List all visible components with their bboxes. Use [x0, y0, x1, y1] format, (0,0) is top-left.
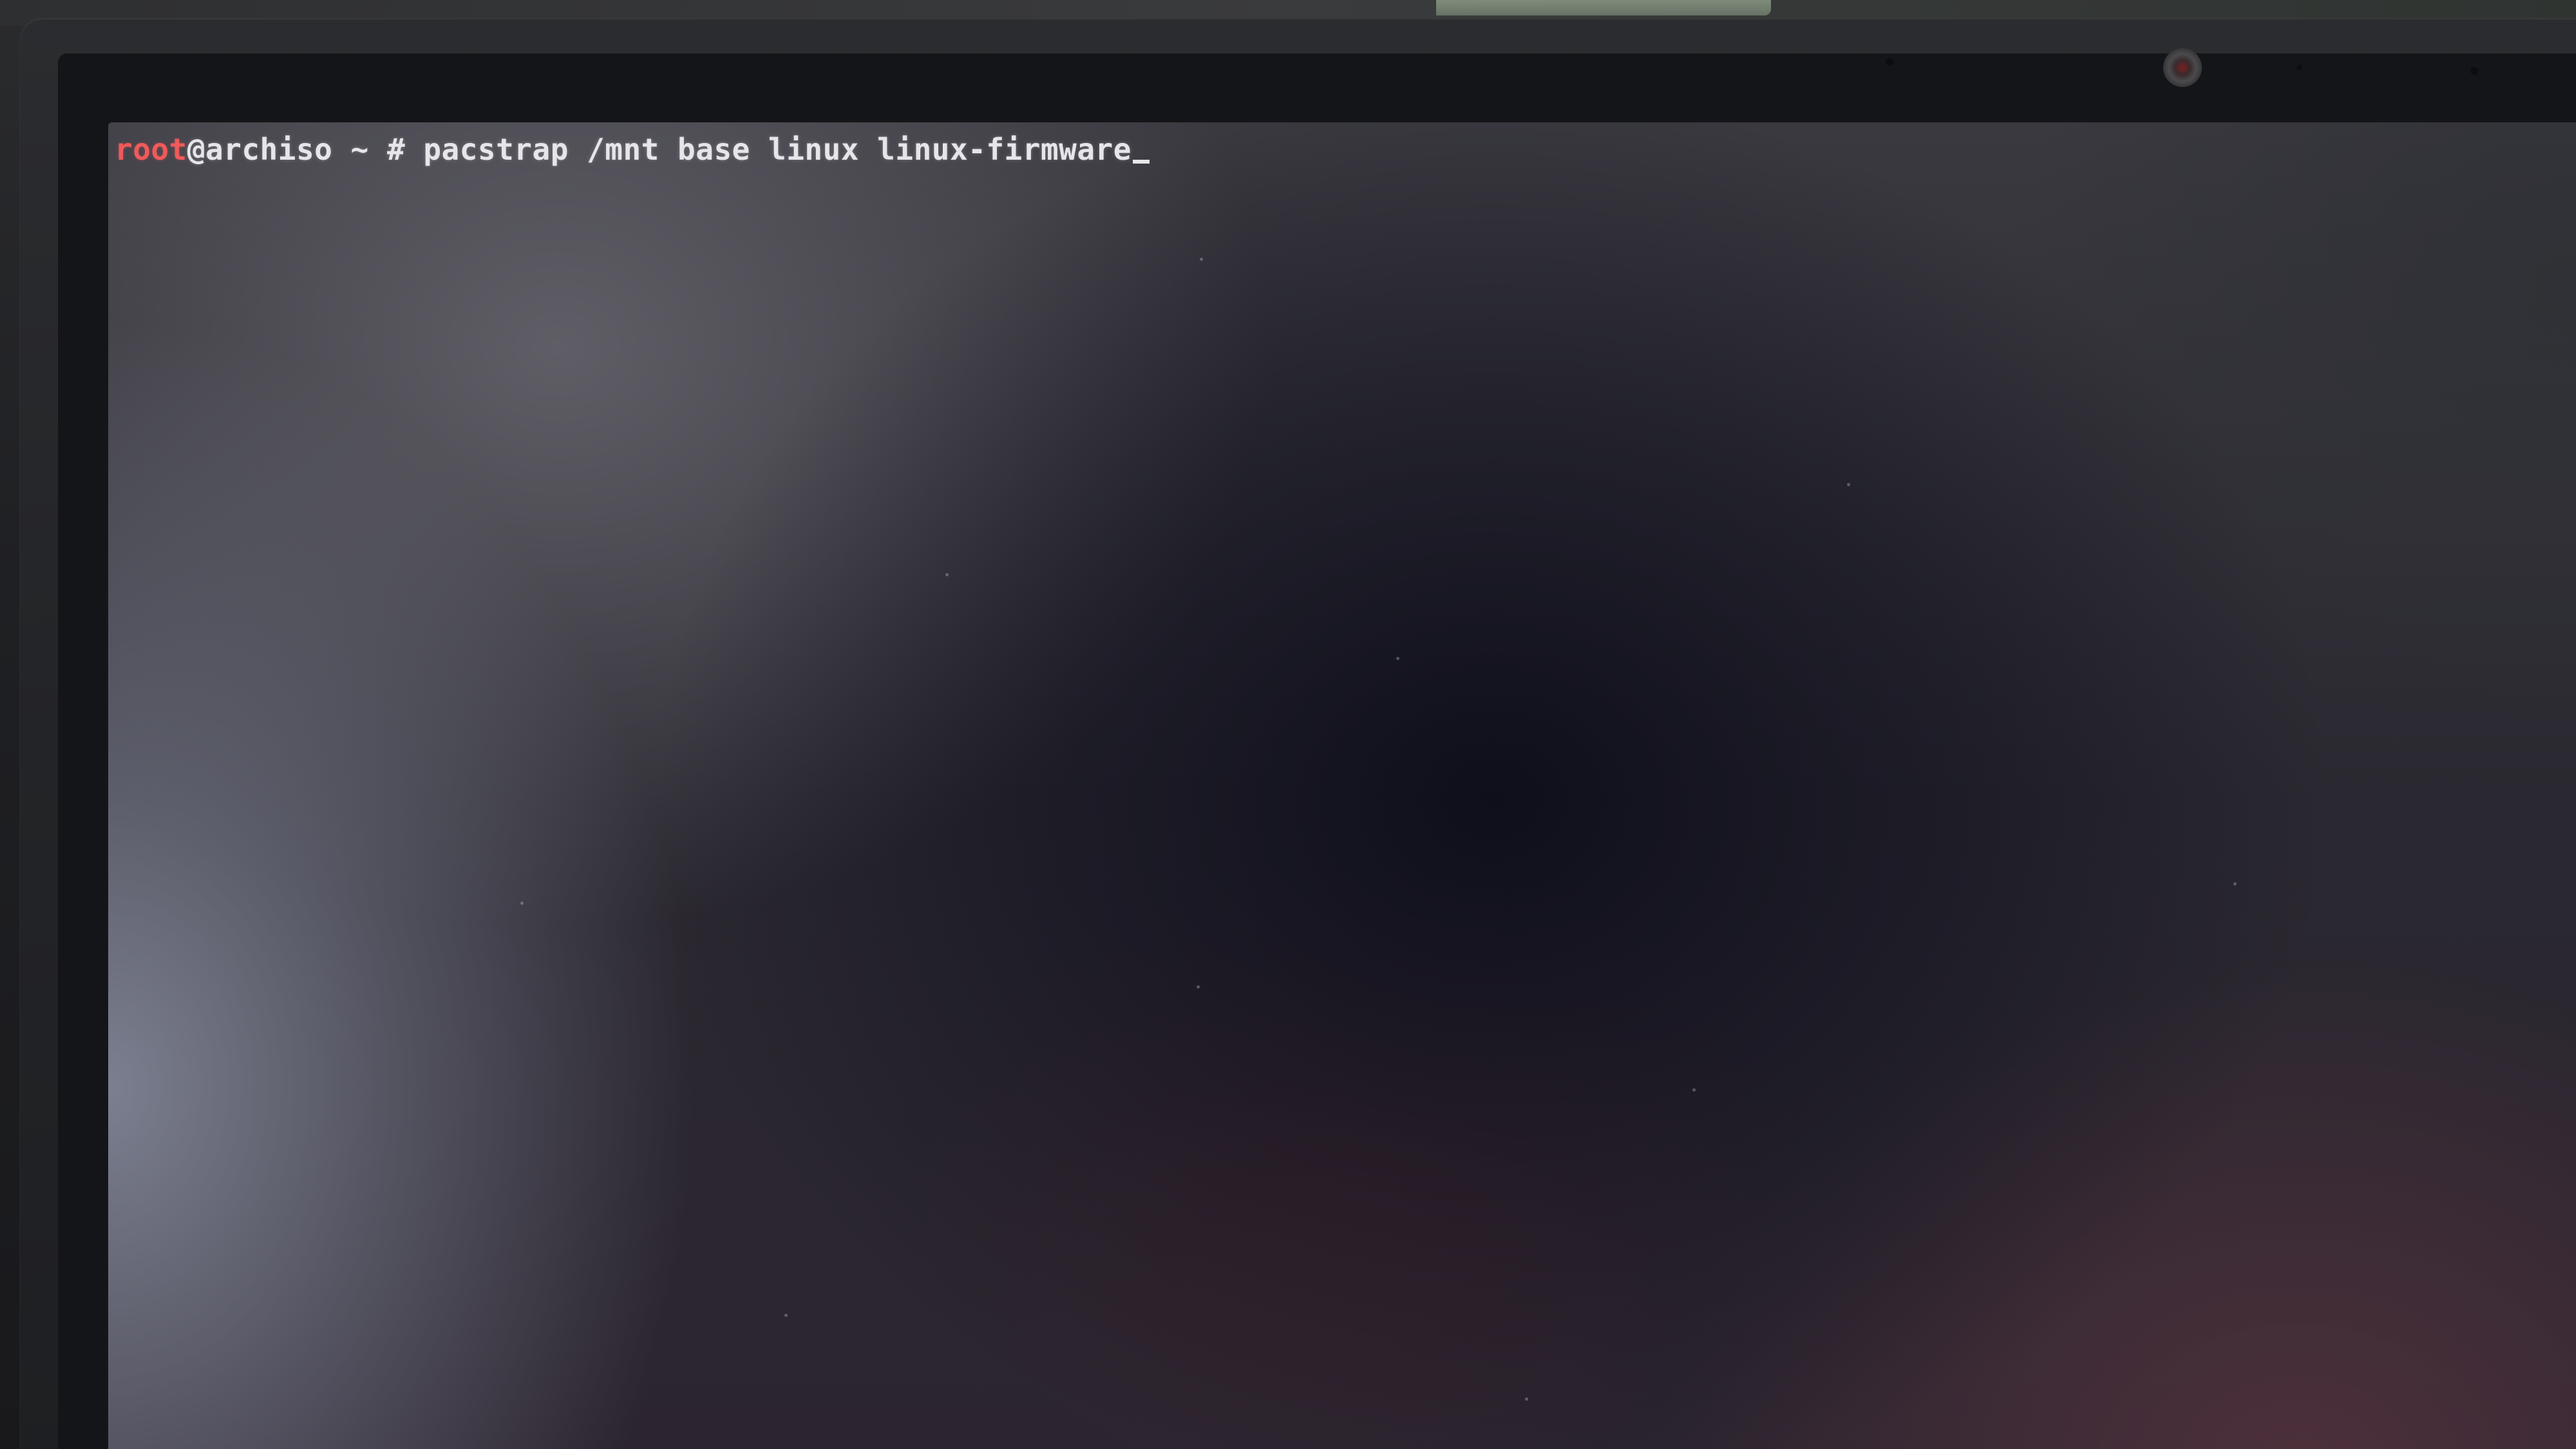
prompt-directory: ~: [332, 132, 387, 167]
dust-speck: [520, 902, 524, 905]
webcam-icon: [2165, 50, 2200, 85]
dust-speck: [1525, 1397, 1528, 1401]
dust-speck: [1847, 483, 1850, 486]
sensor-dot: [1886, 58, 1893, 66]
text-cursor: [1132, 160, 1150, 164]
dust-speck: [1396, 657, 1399, 660]
prompt-host: @archiso: [187, 132, 333, 167]
photo-of-laptop-screen: root@archiso ~ # pacstrap /mnt base linu…: [0, 0, 2576, 1449]
prompt-user: root: [115, 132, 187, 167]
sensor-dot: [2297, 64, 2302, 70]
sensor-dot: [2470, 67, 2478, 75]
dust-speck: [1197, 985, 1200, 989]
dust-speck: [1200, 258, 1203, 261]
dust-speck: [1692, 1088, 1696, 1092]
dust-speck: [784, 1314, 788, 1317]
dust-speck: [945, 573, 949, 576]
background-window-light: [1436, 0, 1771, 15]
command-line[interactable]: root@archiso ~ # pacstrap /mnt base linu…: [115, 130, 1150, 169]
tty-console-screen[interactable]: root@archiso ~ # pacstrap /mnt base linu…: [108, 122, 2576, 1449]
command-input[interactable]: pacstrap /mnt base linux linux-firmware: [423, 132, 1132, 167]
prompt-symbol: #: [386, 132, 424, 167]
dust-speck: [2233, 882, 2237, 886]
